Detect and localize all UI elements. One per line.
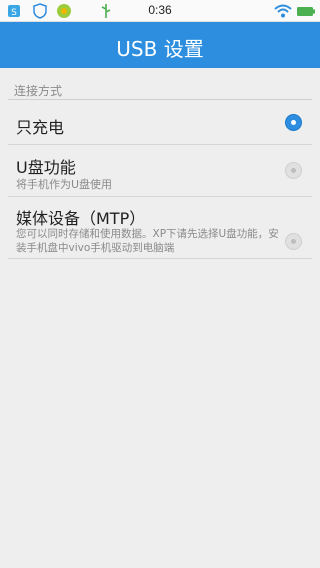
option-charge-only[interactable]: 只充电 [8, 100, 312, 144]
radio-button-selected[interactable] [285, 114, 302, 131]
radio-button[interactable] [285, 233, 302, 250]
battery-icon [297, 7, 315, 16]
option-usb-storage[interactable]: U盘功能 将手机作为U盘使用 [8, 145, 312, 196]
title-bar: USB 设置 [0, 22, 320, 68]
option-mtp[interactable]: 媒体设备（MTP） 您可以同时存储和使用数据。XP下请先选择U盘功能，安装手机盘… [8, 197, 312, 255]
status-bar: S 0:36 [0, 0, 320, 22]
section-title: 连接方式 [14, 84, 63, 98]
option-label: 只充电 [16, 118, 65, 137]
radio-button[interactable] [285, 162, 302, 179]
clock: 0:36 [148, 3, 172, 17]
option-description: 将手机作为U盘使用 [16, 178, 113, 191]
page-title: USB 设置 [116, 37, 204, 61]
option-label: 媒体设备（MTP） [16, 209, 146, 228]
option-label: U盘功能 [16, 158, 76, 177]
option-description: 您可以同时存储和使用数据。XP下请先选择U盘功能，安装手机盘中vivo手机驱动到… [16, 228, 279, 254]
wifi-icon [274, 4, 292, 18]
divider [8, 258, 312, 259]
